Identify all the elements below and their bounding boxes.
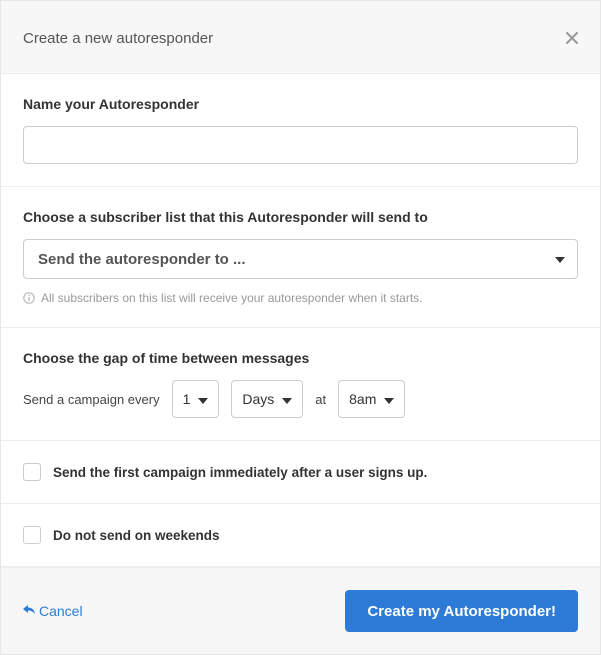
gap-time-select[interactable]: 8am bbox=[338, 380, 405, 418]
modal-footer: Cancel Create my Autoresponder! bbox=[1, 567, 600, 654]
gap-row: Send a campaign every 1 Days at 8am bbox=[23, 380, 578, 418]
chevron-down-icon bbox=[384, 391, 394, 407]
subscriber-list-select[interactable]: Send the autoresponder to ... bbox=[23, 239, 578, 279]
weekends-row: Do not send on weekends bbox=[23, 526, 578, 544]
gap-label: Choose the gap of time between messages bbox=[23, 350, 578, 366]
gap-time-value: 8am bbox=[349, 391, 376, 407]
chevron-down-icon bbox=[198, 391, 208, 407]
name-section: Name your Autoresponder bbox=[1, 74, 600, 187]
gap-unit-select[interactable]: Days bbox=[231, 380, 303, 418]
first-campaign-row: Send the first campaign immediately afte… bbox=[23, 463, 578, 481]
list-select-placeholder: Send the autoresponder to ... bbox=[38, 251, 246, 268]
list-helper-row: All subscribers on this list will receiv… bbox=[23, 291, 578, 305]
first-campaign-label: Send the first campaign immediately afte… bbox=[53, 465, 427, 480]
weekends-label: Do not send on weekends bbox=[53, 528, 220, 543]
gap-count-select[interactable]: 1 bbox=[172, 380, 220, 418]
gap-unit-value: Days bbox=[242, 391, 274, 407]
list-section: Choose a subscriber list that this Autor… bbox=[1, 187, 600, 328]
list-helper-text: All subscribers on this list will receiv… bbox=[41, 291, 423, 305]
close-icon[interactable] bbox=[566, 29, 578, 47]
modal-header: Create a new autoresponder bbox=[1, 1, 600, 74]
create-autoresponder-modal: Create a new autoresponder Name your Aut… bbox=[0, 0, 601, 655]
chevron-down-icon bbox=[282, 391, 292, 407]
first-campaign-section: Send the first campaign immediately afte… bbox=[1, 441, 600, 504]
list-label: Choose a subscriber list that this Autor… bbox=[23, 209, 578, 225]
gap-prefix: Send a campaign every bbox=[23, 392, 160, 407]
create-autoresponder-button[interactable]: Create my Autoresponder! bbox=[345, 590, 578, 632]
info-icon bbox=[23, 292, 35, 304]
first-campaign-checkbox[interactable] bbox=[23, 463, 41, 481]
autoresponder-name-input[interactable] bbox=[23, 126, 578, 164]
reply-icon bbox=[23, 603, 35, 619]
modal-title: Create a new autoresponder bbox=[23, 30, 213, 47]
gap-section: Choose the gap of time between messages … bbox=[1, 328, 600, 441]
gap-count-value: 1 bbox=[183, 391, 191, 407]
weekends-checkbox[interactable] bbox=[23, 526, 41, 544]
cancel-button[interactable]: Cancel bbox=[23, 603, 83, 619]
name-label: Name your Autoresponder bbox=[23, 96, 578, 112]
gap-at-label: at bbox=[315, 392, 326, 407]
cancel-label: Cancel bbox=[39, 603, 83, 619]
weekends-section: Do not send on weekends bbox=[1, 504, 600, 567]
chevron-down-icon bbox=[555, 250, 565, 268]
